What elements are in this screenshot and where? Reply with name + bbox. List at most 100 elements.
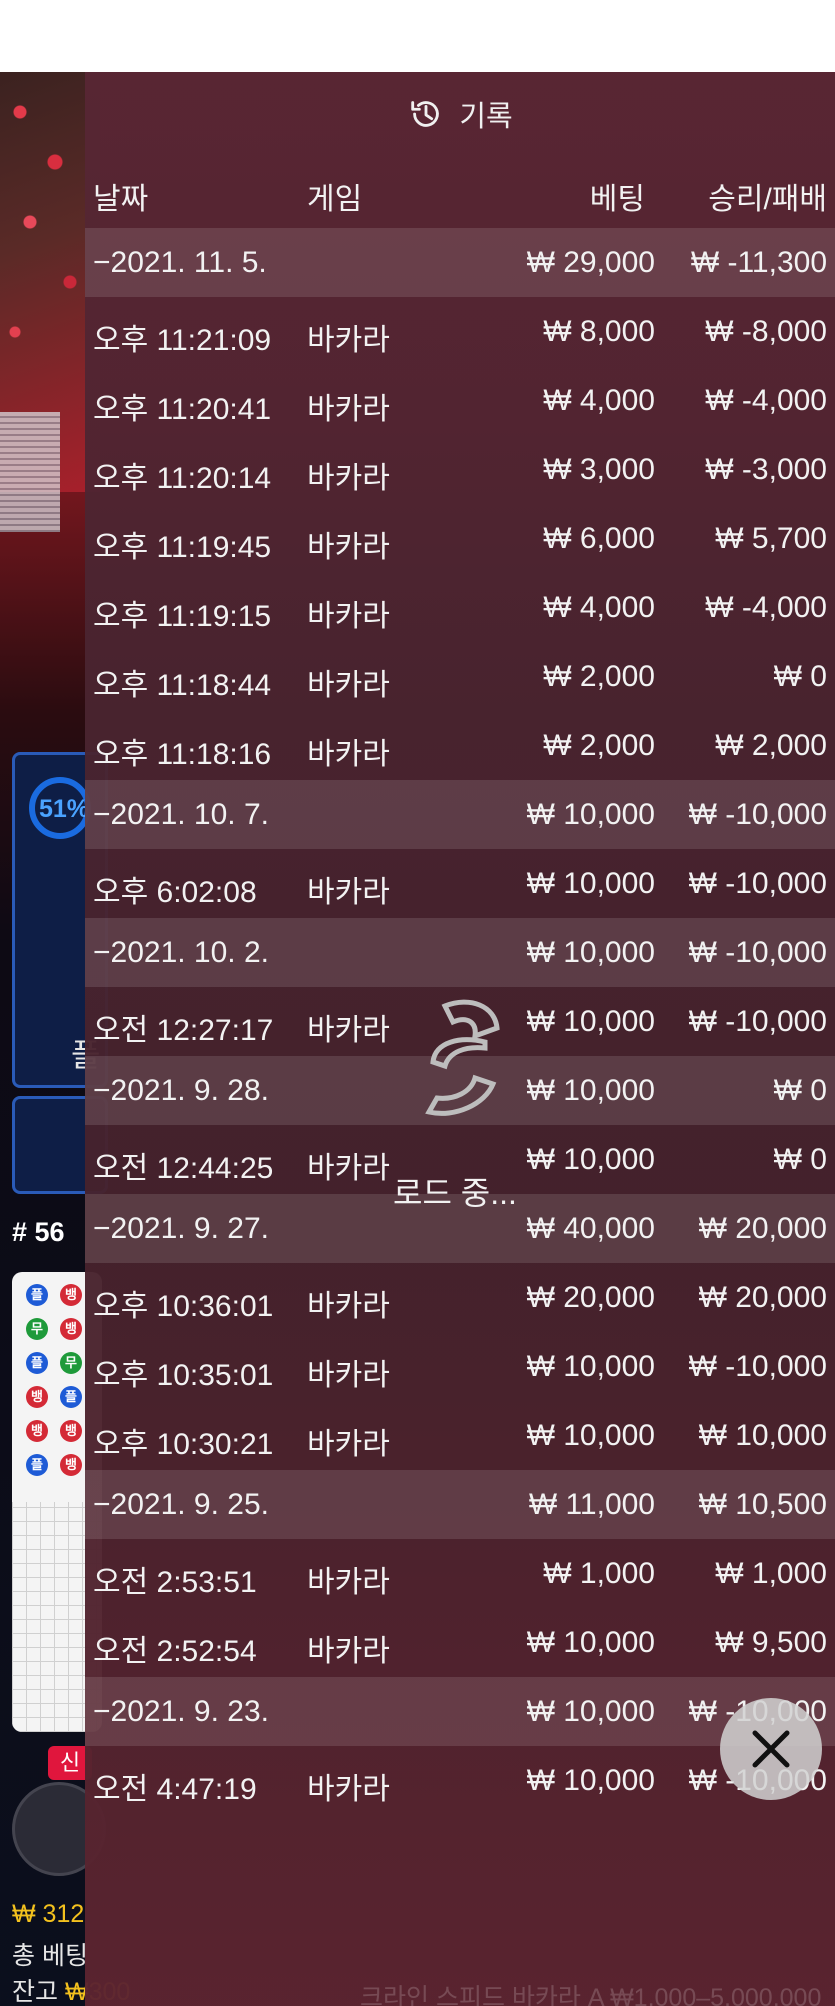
board-dot: 뱅	[60, 1318, 82, 1340]
history-icon	[411, 101, 440, 127]
group-date: −2021. 10. 2.	[93, 936, 269, 969]
group-date: −2021. 9. 23.	[93, 1695, 269, 1728]
row-result: ₩ -11,300	[690, 246, 827, 279]
row-bet: ₩ 4,000	[543, 384, 655, 417]
row-time: 오후 10:36:01	[93, 1290, 274, 1323]
row-bet: ₩ 40,000	[526, 1212, 655, 1245]
row-time: 오후 6:02:08	[93, 876, 257, 909]
row-result: ₩ -10,000	[688, 1005, 827, 1038]
history-row[interactable]: 오후 10:30:21 바카라 ₩ 10,000 ₩ 10,000	[85, 1401, 835, 1470]
col-bet: 베팅	[589, 183, 645, 216]
row-game: 바카라	[307, 600, 390, 633]
row-bet: ₩ 10,000	[526, 1350, 655, 1383]
remaining-label: 잔고	[12, 1978, 59, 2006]
row-bet: ₩ 10,000	[526, 1626, 655, 1659]
row-time: 오후 10:30:21	[93, 1428, 274, 1461]
row-result: ₩ 9,500	[715, 1626, 827, 1659]
board-dot: 뱅	[26, 1420, 48, 1442]
row-bet: ₩ 4,000	[543, 591, 655, 624]
date-group-row[interactable]: −2021. 11. 5. ₩ 29,000 ₩ -11,300	[85, 228, 835, 297]
row-result: ₩ -10,000	[688, 798, 827, 831]
row-time: 오후 11:20:14	[93, 462, 272, 495]
row-game: 바카라	[307, 738, 390, 771]
row-bet: ₩ 29,000	[526, 246, 655, 279]
history-row[interactable]: 오후 11:18:16 바카라 ₩ 2,000 ₩ 2,000	[85, 711, 835, 780]
row-result: ₩ 10,500	[698, 1488, 827, 1521]
row-bet: ₩ 6,000	[543, 522, 655, 555]
row-bet: ₩ 10,000	[526, 1074, 655, 1107]
board-dot: 뱅	[26, 1386, 48, 1408]
row-game: 바카라	[307, 1152, 390, 1185]
date-group-row[interactable]: −2021. 10. 7. ₩ 10,000 ₩ -10,000	[85, 780, 835, 849]
row-bet: ₩ 10,000	[526, 936, 655, 969]
row-result: ₩ 5,700	[715, 522, 827, 555]
close-icon	[752, 1730, 790, 1768]
group-date: −2021. 9. 27.	[93, 1212, 269, 1245]
row-bet: ₩ 10,000	[526, 1764, 655, 1797]
row-bet: ₩ 1,000	[543, 1557, 655, 1590]
history-row[interactable]: 오후 6:02:08 바카라 ₩ 10,000 ₩ -10,000	[85, 849, 835, 918]
row-game: 바카라	[307, 531, 390, 564]
row-game: 바카라	[307, 324, 390, 357]
board-dot: 뱅	[60, 1454, 82, 1476]
total-bet-line: 총 베팅	[12, 1942, 88, 1970]
row-bet: ₩ 10,000	[526, 1419, 655, 1452]
history-row[interactable]: 오후 11:18:44 바카라 ₩ 2,000 ₩ 0	[85, 642, 835, 711]
col-result: 승리/패배	[708, 183, 827, 216]
history-row[interactable]: 오후 10:35:01 바카라 ₩ 10,000 ₩ -10,000	[85, 1332, 835, 1401]
board-dot: 플	[26, 1454, 48, 1476]
row-time: 오후 11:20:41	[93, 393, 272, 426]
row-time: 오후 11:18:16	[93, 738, 272, 771]
history-row[interactable]: 오후 11:19:45 바카라 ₩ 6,000 ₩ 5,700	[85, 504, 835, 573]
row-game: 바카라	[307, 876, 390, 909]
row-result: ₩ -10,000	[688, 1350, 827, 1383]
row-game: 바카라	[307, 1428, 390, 1461]
row-bet: ₩ 2,000	[543, 660, 655, 693]
percent-label: 51%	[39, 795, 90, 823]
history-row[interactable]: 오후 11:20:14 바카라 ₩ 3,000 ₩ -3,000	[85, 435, 835, 504]
row-result: ₩ 0	[773, 1143, 827, 1176]
board-dot: 플	[26, 1352, 48, 1374]
row-time: 오전 12:27:17	[93, 1014, 274, 1047]
row-bet: ₩ 10,000	[526, 1005, 655, 1038]
loading-spinner-icon	[425, 999, 500, 1116]
row-result: ₩ 0	[773, 660, 827, 693]
history-row[interactable]: 오전 2:53:51 바카라 ₩ 1,000 ₩ 1,000	[85, 1539, 835, 1608]
date-group-row[interactable]: −2021. 10. 2. ₩ 10,000 ₩ -10,000	[85, 918, 835, 987]
history-row[interactable]: 오후 10:36:01 바카라 ₩ 20,000 ₩ 20,000	[85, 1263, 835, 1332]
row-time: 오후 11:19:15	[93, 600, 272, 633]
date-group-row[interactable]: −2021. 9. 25. ₩ 11,000 ₩ 10,500	[85, 1470, 835, 1539]
table-header: 날짜 게임 베팅 승리/패배	[85, 156, 835, 228]
row-time: 오후 11:18:44	[93, 669, 272, 702]
close-button[interactable]	[720, 1698, 822, 1800]
row-result: ₩ 1,000	[715, 1557, 827, 1590]
row-bet: ₩ 10,000	[526, 1695, 655, 1728]
row-game: 바카라	[307, 462, 390, 495]
row-result: ₩ -3,000	[705, 453, 827, 486]
row-result: ₩ -10,000	[688, 936, 827, 969]
history-row[interactable]: 오후 11:19:15 바카라 ₩ 4,000 ₩ -4,000	[85, 573, 835, 642]
board-dot: 플	[60, 1386, 82, 1408]
table-number: # 56	[12, 1217, 65, 1247]
board-dot: 뱅	[60, 1420, 82, 1442]
history-row[interactable]: 오후 11:20:41 바카라 ₩ 4,000 ₩ -4,000	[85, 366, 835, 435]
row-time: 오전 12:44:25	[93, 1152, 274, 1185]
board-dot: 뱅	[60, 1284, 82, 1306]
row-bet: ₩ 10,000	[526, 1143, 655, 1176]
history-row[interactable]: 오후 11:21:09 바카라 ₩ 8,000 ₩ -8,000	[85, 297, 835, 366]
group-date: −2021. 9. 25.	[93, 1488, 269, 1521]
row-result: ₩ -4,000	[705, 591, 827, 624]
row-time: 오전 2:52:54	[93, 1635, 257, 1668]
row-game: 바카라	[307, 669, 390, 702]
row-result: ₩ 0	[773, 1074, 827, 1107]
row-game: 바카라	[307, 1566, 390, 1599]
group-date: −2021. 11. 5.	[93, 246, 267, 279]
row-time: 오후 11:19:45	[93, 531, 272, 564]
row-result: ₩ 2,000	[715, 729, 827, 762]
row-bet: ₩ 3,000	[543, 453, 655, 486]
history-row[interactable]: 오전 2:52:54 바카라 ₩ 10,000 ₩ 9,500	[85, 1608, 835, 1677]
group-date: −2021. 9. 28.	[93, 1074, 269, 1107]
history-title: 기록	[459, 101, 513, 133]
row-result: ₩ -8,000	[705, 315, 827, 348]
row-game: 바카라	[307, 1014, 390, 1047]
